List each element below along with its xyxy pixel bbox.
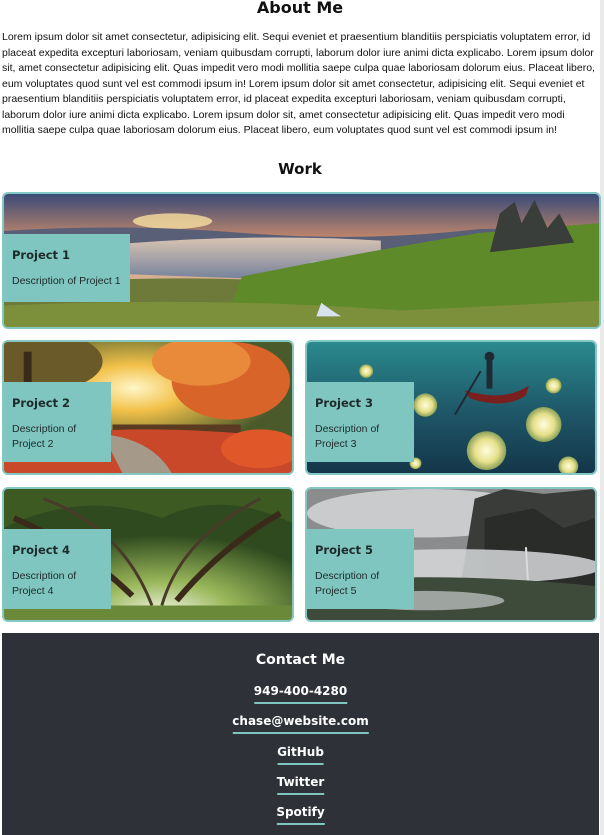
contact-section: Contact Me 949-400-4280 chase@website.co…: [2, 633, 599, 835]
spotify-link[interactable]: Spotify: [276, 805, 325, 825]
project-card-4[interactable]: Project 4 Description of Project 4: [2, 487, 294, 622]
project-title: Project 2: [12, 396, 71, 410]
contact-heading: Contact Me: [255, 652, 346, 668]
project-label: Project 2 Description of Project 2: [4, 382, 111, 462]
twitter-link[interactable]: Twitter: [276, 775, 325, 795]
project-description: Description of Project 2: [12, 423, 77, 450]
project-card-2[interactable]: Project 2 Description of Project 2: [2, 340, 294, 475]
project-title: Project 4: [12, 543, 71, 557]
scrollbar-track[interactable]: [600, 0, 604, 835]
project-label: Project 3 Description of Project 3: [307, 382, 414, 462]
work-heading: Work: [278, 160, 322, 178]
project-card-1[interactable]: Project 1 Description of Project 1: [2, 192, 601, 329]
project-description: Description of Project 1: [12, 275, 121, 287]
project-label: Project 1 Description of Project 1: [4, 234, 130, 302]
project-description: Description of Project 4: [12, 570, 77, 597]
project-label: Project 4 Description of Project 4: [4, 529, 111, 609]
project-label: Project 5 Description of Project 5: [307, 529, 414, 609]
about-heading: About Me: [256, 0, 344, 17]
project-card-3[interactable]: Project 3 Description of Project 3: [305, 340, 597, 475]
github-link[interactable]: GitHub: [277, 745, 324, 765]
project-description: Description of Project 3: [315, 423, 380, 450]
project-title: Project 1: [12, 248, 71, 262]
project-description: Description of Project 5: [315, 570, 380, 597]
phone-link[interactable]: 949-400-4280: [253, 684, 348, 704]
email-link[interactable]: chase@website.com: [232, 714, 369, 734]
project-card-5[interactable]: Project 5 Description of Project 5: [305, 487, 597, 622]
project-title: Project 3: [315, 396, 374, 410]
project-title: Project 5: [315, 543, 374, 557]
about-paragraph: Lorem ipsum dolor sit amet consectetur, …: [2, 31, 595, 136]
